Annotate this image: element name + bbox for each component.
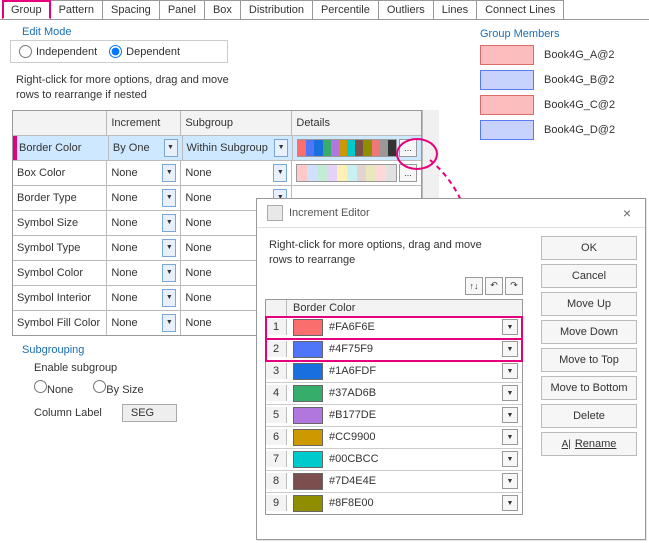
- cancel-button[interactable]: Cancel: [541, 264, 637, 288]
- member-item[interactable]: Book4G_C@2: [480, 95, 640, 115]
- col-increment: Increment: [107, 111, 181, 135]
- dropdown-icon[interactable]: ▼: [502, 407, 518, 423]
- move-to-bottom-button[interactable]: Move to Bottom: [541, 376, 637, 400]
- member-item[interactable]: Book4G_B@2: [480, 70, 640, 90]
- member-item[interactable]: Book4G_A@2: [480, 45, 640, 65]
- grid-row[interactable]: Border ColorBy One▼Within Subgroup▼...: [13, 136, 421, 161]
- dropdown-icon[interactable]: ▼: [502, 341, 518, 357]
- redo-icon[interactable]: ↷: [505, 277, 523, 295]
- grid-row[interactable]: Box ColorNone▼None▼...: [13, 161, 421, 186]
- dropdown-icon[interactable]: ▼: [162, 239, 176, 257]
- editor-icon: [267, 205, 283, 221]
- color-row[interactable]: 7#00CBCC▼: [266, 449, 522, 471]
- tab-distribution[interactable]: Distribution: [240, 0, 313, 19]
- color-col-head: Border Color: [287, 300, 522, 316]
- color-row[interactable]: 4#37AD6B▼: [266, 383, 522, 405]
- dropdown-icon[interactable]: ▼: [502, 429, 518, 445]
- color-row[interactable]: 8#7D4E4E▼: [266, 471, 522, 493]
- tab-lines[interactable]: Lines: [433, 0, 477, 19]
- color-row[interactable]: 1#FA6F6E▼: [266, 317, 522, 339]
- group-members-title: Group Members: [480, 28, 640, 40]
- undo-icon[interactable]: ↶: [485, 277, 503, 295]
- color-row[interactable]: 5#B177DE▼: [266, 405, 522, 427]
- tab-panel[interactable]: Panel: [159, 0, 205, 19]
- color-row[interactable]: 9#8F8E00▼: [266, 493, 522, 514]
- tab-group[interactable]: Group: [2, 0, 51, 19]
- details-browse-button[interactable]: ...: [399, 139, 417, 157]
- col-details: Details: [292, 111, 421, 135]
- rename-button[interactable]: A|Rename: [541, 432, 637, 456]
- dropdown-icon[interactable]: ▼: [164, 139, 178, 157]
- color-row[interactable]: 2#4F75F9▼: [266, 339, 522, 361]
- tab-percentile[interactable]: Percentile: [312, 0, 379, 19]
- dropdown-icon[interactable]: ▼: [162, 214, 176, 232]
- tab-spacing[interactable]: Spacing: [102, 0, 160, 19]
- dropdown-icon[interactable]: ▼: [162, 264, 176, 282]
- dropdown-icon[interactable]: ▼: [502, 451, 518, 467]
- dropdown-icon[interactable]: ▼: [502, 319, 518, 335]
- radio-sg-bysize[interactable]: By Size: [93, 380, 143, 396]
- close-button[interactable]: ×: [619, 205, 635, 221]
- dropdown-icon[interactable]: ▼: [273, 164, 287, 182]
- tab-connect-lines[interactable]: Connect Lines: [476, 0, 564, 19]
- column-label-text: Column Label: [34, 407, 102, 419]
- col-subgroup: Subgroup: [181, 111, 292, 135]
- color-row[interactable]: 3#1A6FDF▼: [266, 361, 522, 383]
- color-list: Border Color 1#FA6F6E▼2#4F75F9▼3#1A6FDF▼…: [265, 299, 523, 515]
- tab-pattern[interactable]: Pattern: [50, 0, 103, 19]
- ok-button[interactable]: OK: [541, 236, 637, 260]
- radio-independent[interactable]: Independent: [19, 45, 97, 58]
- group-members: Group Members Book4G_A@2 Book4G_B@2 Book4G…: [480, 28, 640, 140]
- move-up-button[interactable]: Move Up: [541, 292, 637, 316]
- dropdown-icon[interactable]: ▼: [162, 314, 176, 332]
- dropdown-icon[interactable]: ▼: [502, 473, 518, 489]
- increment-editor-dialog: Increment Editor × Right-click for more …: [256, 198, 646, 540]
- details-browse-button[interactable]: ...: [399, 164, 417, 182]
- column-label-value[interactable]: SEG: [122, 404, 177, 422]
- move-down-button[interactable]: Move Down: [541, 320, 637, 344]
- dropdown-icon[interactable]: ▼: [162, 289, 176, 307]
- editor-title-text: Increment Editor: [289, 207, 370, 219]
- color-row[interactable]: 6#CC9900▼: [266, 427, 522, 449]
- radio-sg-none[interactable]: None: [34, 380, 73, 396]
- radio-dependent[interactable]: Dependent: [109, 45, 180, 58]
- tab-outliers[interactable]: Outliers: [378, 0, 434, 19]
- editor-hint: Right-click for more options, drag and m…: [269, 238, 533, 269]
- dropdown-icon[interactable]: ▼: [502, 495, 518, 511]
- delete-button[interactable]: Delete: [541, 404, 637, 428]
- member-item[interactable]: Book4G_D@2: [480, 120, 640, 140]
- tab-bar: GroupPatternSpacingPanelBoxDistributionP…: [0, 0, 649, 20]
- dropdown-icon[interactable]: ▼: [162, 164, 176, 182]
- tab-box[interactable]: Box: [204, 0, 241, 19]
- dropdown-icon[interactable]: ▼: [502, 363, 518, 379]
- dropdown-icon[interactable]: ▼: [502, 385, 518, 401]
- dropdown-icon[interactable]: ▼: [162, 189, 176, 207]
- dropdown-icon[interactable]: ▼: [274, 139, 288, 157]
- sort-icon[interactable]: ↑↓: [465, 277, 483, 295]
- move-to-top-button[interactable]: Move to Top: [541, 348, 637, 372]
